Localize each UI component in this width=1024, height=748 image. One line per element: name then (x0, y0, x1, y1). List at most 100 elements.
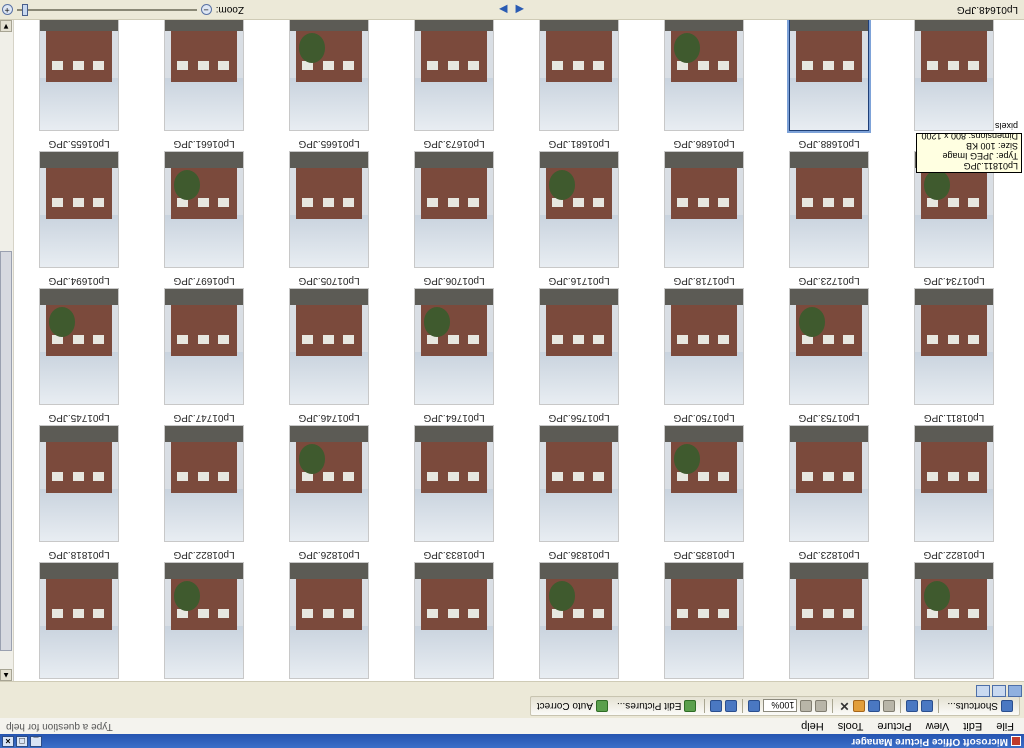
thumbnail-item[interactable]: Lp01734.JPG (898, 271, 1018, 407)
thumbnail-image[interactable] (164, 151, 244, 268)
cut-icon[interactable] (883, 700, 896, 712)
thumbnail-image[interactable] (39, 20, 119, 131)
thumbnail-item[interactable]: Lp01706.JPG (398, 271, 518, 407)
edit-pictures-button[interactable]: Edit Pictures... (614, 699, 699, 714)
help-question-box[interactable]: Type a question for help (6, 721, 113, 732)
redo-icon[interactable] (800, 700, 813, 712)
thumbnail-image[interactable] (539, 288, 619, 405)
thumbnail-image[interactable] (289, 288, 369, 405)
export-icon[interactable] (906, 700, 919, 712)
rotate-left-icon[interactable] (725, 700, 738, 712)
thumbnail-image[interactable] (914, 562, 994, 679)
thumbnail-image[interactable] (914, 20, 994, 131)
thumbnail-item[interactable]: Lp01648.JPG (773, 20, 893, 133)
paste-icon[interactable] (853, 700, 866, 712)
thumbnail-item[interactable]: Lp01818.JPG (23, 545, 143, 681)
previous-picture-icon[interactable]: ◀ (516, 3, 524, 16)
thumbnail-item[interactable]: Lp01718.JPG (648, 271, 768, 407)
shortcuts-button[interactable]: Shortcuts... (944, 699, 1016, 714)
thumbnail-item[interactable]: Lp01681.JPG (523, 134, 643, 270)
thumbnail-image[interactable] (414, 562, 494, 679)
thumbnail-item[interactable]: Lp01836.JPG (523, 545, 643, 681)
thumbnail-image[interactable] (664, 20, 744, 131)
thumbnail-image[interactable] (664, 562, 744, 679)
copy-icon[interactable] (868, 700, 881, 712)
thumbnail-image[interactable] (289, 151, 369, 268)
thumbnail-item[interactable]: Lp01835.JPG (648, 545, 768, 681)
thumbnail-item[interactable]: Lp01697.JPG (148, 271, 268, 407)
thumbnail-image[interactable] (914, 288, 994, 405)
thumbnail-item[interactable]: Lp01624.JPG (273, 20, 393, 133)
scroll-thumb[interactable] (0, 251, 12, 651)
thumbnail-item[interactable]: Lp01747.JPG (148, 408, 268, 544)
auto-correct-button[interactable]: Auto Correct (534, 699, 611, 714)
thumbnail-image[interactable] (39, 151, 119, 268)
menu-file[interactable]: File (994, 720, 1016, 732)
zoom-slider-knob[interactable] (21, 4, 28, 16)
thumbnail-image[interactable] (539, 20, 619, 131)
menu-help[interactable]: Help (799, 720, 826, 732)
thumbnail-image[interactable] (414, 425, 494, 542)
menu-picture[interactable]: Picture (875, 720, 913, 732)
thumbnail-item[interactable]: Lp01822.JPG (898, 545, 1018, 681)
thumbnail-item[interactable]: Lp01652.JPG (898, 20, 1018, 133)
thumbnail-item[interactable]: Lp01745.JPG (23, 408, 143, 544)
menu-edit[interactable]: Edit (961, 720, 984, 732)
thumbnail-image[interactable] (539, 425, 619, 542)
thumbnail-image[interactable] (164, 562, 244, 679)
minimize-button[interactable]: _ (30, 736, 42, 747)
thumbnail-item[interactable]: Lp01746.JPG (273, 408, 393, 544)
thumbnail-view-icon[interactable] (1008, 685, 1022, 697)
thumbnail-image[interactable] (164, 288, 244, 405)
thumbnail-image[interactable] (289, 425, 369, 542)
thumbnail-item[interactable]: Lp01811.JPG (898, 408, 1018, 544)
undo-icon[interactable] (815, 700, 828, 712)
zoom-slider[interactable] (16, 4, 197, 16)
menu-tools[interactable]: Tools (836, 720, 866, 732)
restore-button[interactable]: □ (16, 736, 28, 747)
thumbnail-image[interactable] (289, 562, 369, 679)
thumbnail-item[interactable]: Lp01694.JPG (23, 271, 143, 407)
thumbnail-item[interactable]: Lp01686.JPG (648, 134, 768, 270)
zoom-out-icon[interactable]: − (200, 4, 212, 16)
thumbnail-item[interactable]: Lp01665.JPG (273, 134, 393, 270)
thumbnail-item[interactable]: Lp01661.JPG (148, 134, 268, 270)
delete-icon[interactable]: ✕ (838, 699, 850, 713)
thumbnail-image[interactable] (414, 288, 494, 405)
thumbnail-gallery[interactable]: Lp01822.JPG Lp01823.JPG Lp01835.JPG Lp01836… (14, 20, 1024, 681)
thumbnail-image[interactable] (539, 562, 619, 679)
menu-view[interactable]: View (924, 720, 952, 732)
thumbnail-item[interactable]: Lp01688.JPG (773, 134, 893, 270)
zoom-icon[interactable] (748, 700, 761, 712)
rotate-right-icon[interactable] (710, 700, 723, 712)
thumbnail-item[interactable]: Lp01647.JPG (648, 20, 768, 133)
thumbnail-item[interactable]: Lp01636.JPG (398, 20, 518, 133)
thumbnail-item[interactable]: Lp01716.JPG (523, 271, 643, 407)
thumbnail-item[interactable]: Lp01822.JPG (148, 545, 268, 681)
thumbnail-item[interactable]: Lp01826.JPG (273, 545, 393, 681)
thumbnail-item[interactable]: Lp01756.JPG (523, 408, 643, 544)
thumbnail-image[interactable] (789, 151, 869, 268)
thumbnail-image[interactable] (664, 425, 744, 542)
thumbnail-item[interactable]: Lp01764.JPG (398, 408, 518, 544)
single-picture-view-icon[interactable] (976, 685, 990, 697)
thumbnail-image[interactable] (789, 425, 869, 542)
thumbnail-item[interactable]: Lp01723.JPG (773, 271, 893, 407)
thumbnail-image[interactable] (539, 151, 619, 268)
thumbnail-image[interactable] (664, 151, 744, 268)
thumbnail-item[interactable]: Lp01673.JPG (398, 134, 518, 270)
thumbnail-image[interactable] (164, 20, 244, 131)
thumbnail-image[interactable] (414, 20, 494, 131)
thumbnail-image[interactable] (289, 20, 369, 131)
thumbnail-item[interactable]: Lp01750.JPG (648, 408, 768, 544)
thumbnail-image[interactable] (787, 20, 871, 133)
thumbnail-image[interactable] (39, 288, 119, 405)
save-icon[interactable] (921, 700, 934, 712)
thumbnail-item[interactable]: Lp01615.JPG (23, 20, 143, 133)
scroll-up-icon[interactable]: ▲ (0, 669, 12, 681)
thumbnail-image[interactable] (789, 288, 869, 405)
thumbnail-image[interactable] (39, 425, 119, 542)
thumbnail-image[interactable] (164, 425, 244, 542)
thumbnail-item[interactable]: Lp01753.JPG (773, 408, 893, 544)
thumbnail-image[interactable] (789, 562, 869, 679)
